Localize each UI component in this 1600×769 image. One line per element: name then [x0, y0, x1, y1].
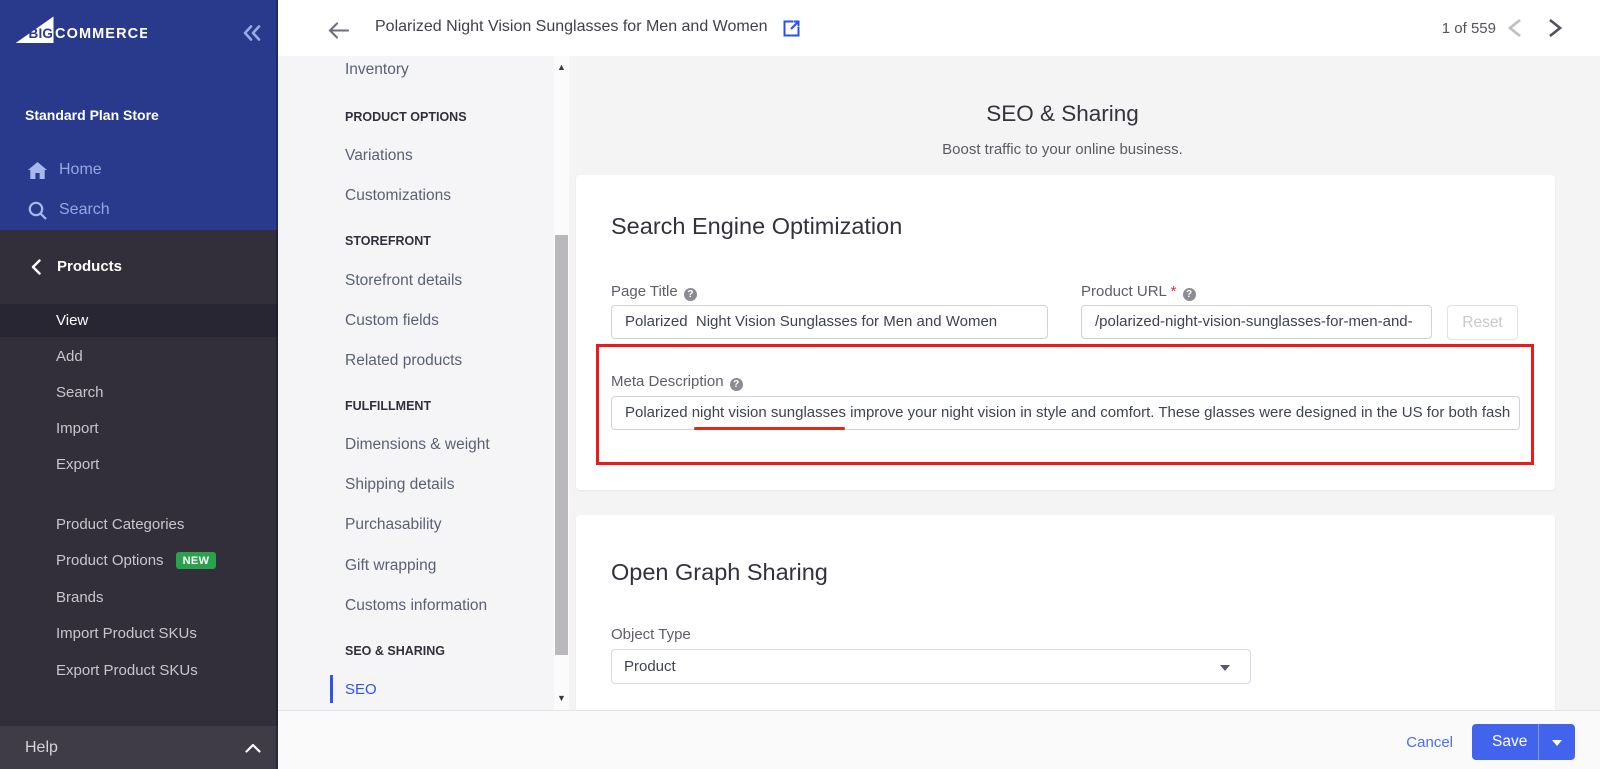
- svg-text:COMMERCE: COMMERCE: [55, 26, 147, 42]
- svg-text:BIG: BIG: [29, 26, 54, 41]
